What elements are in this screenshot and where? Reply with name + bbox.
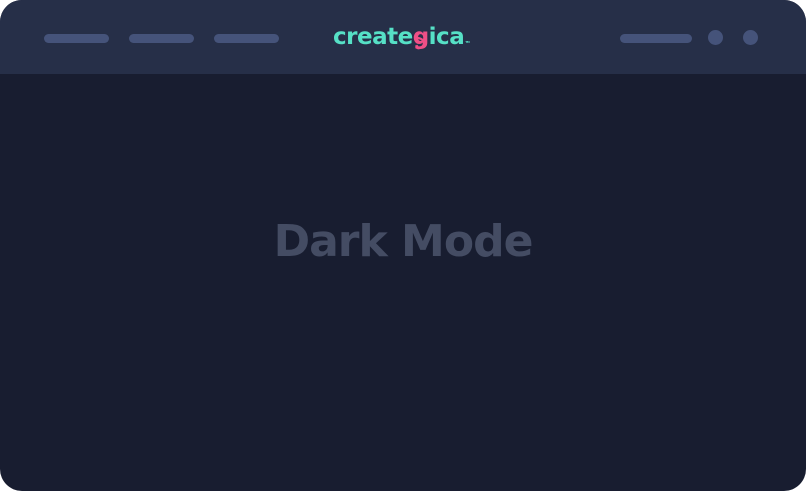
- account-placeholder[interactable]: [620, 34, 692, 43]
- logo-text-part-1: create: [333, 23, 413, 50]
- page-title: Dark Mode: [273, 216, 534, 267]
- logo-g-letter: g: [413, 25, 429, 49]
- nav-link-placeholder-3[interactable]: [214, 34, 279, 43]
- top-header: create g ica TM: [0, 0, 806, 74]
- nav-link-placeholder-1[interactable]: [44, 34, 109, 43]
- brand-logo[interactable]: create g ica TM: [333, 20, 470, 54]
- logo-swirl-icon: [415, 36, 425, 49]
- nav-link-placeholder-2[interactable]: [129, 34, 194, 43]
- dot-icon-1[interactable]: [708, 30, 723, 45]
- dot-icon-2[interactable]: [743, 30, 758, 45]
- app-window: create g ica TM Dark Mode: [0, 0, 806, 491]
- logo-text-part-3: ica: [428, 23, 465, 50]
- logo-trademark: TM: [465, 40, 470, 44]
